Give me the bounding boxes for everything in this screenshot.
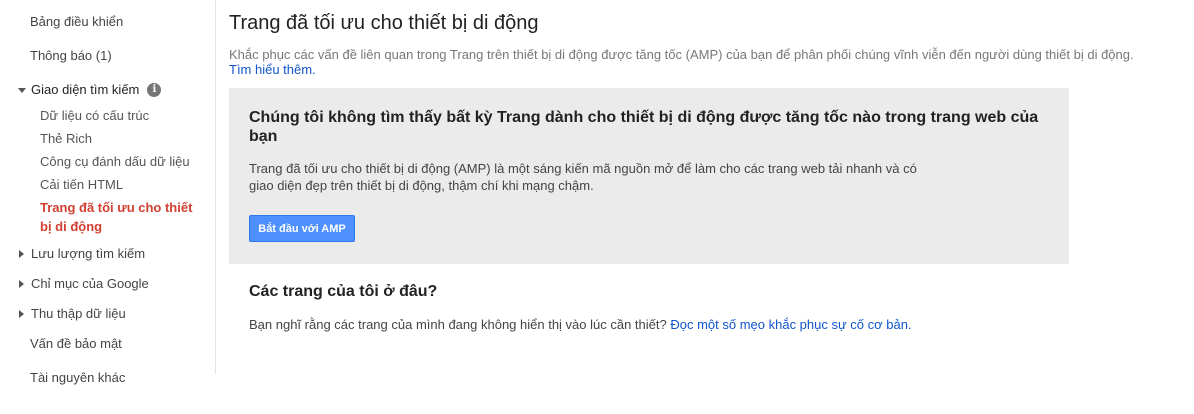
sidebar-item-dashboard[interactable]: Bảng điều khiển: [30, 14, 123, 30]
collapsed-triangle-icon: [19, 280, 24, 288]
sidebar-item-security-issues[interactable]: Vấn đề bảo mật: [30, 336, 122, 352]
expanded-triangle-icon: [18, 87, 26, 93]
sidebar-item-amp-active[interactable]: Trang đã tối ưu cho thiết bị di động: [40, 198, 205, 236]
sidebar-item-label: Chỉ mục của Google: [31, 276, 149, 291]
sidebar-item-html-improvements[interactable]: Cải tiến HTML: [40, 175, 123, 194]
card-body-line2: giao diện đẹp trên thiết bị di động, thậ…: [249, 178, 594, 193]
page-description: Khắc phục các vấn đề liên quan trong Tra…: [229, 47, 1159, 77]
collapsed-triangle-icon: [19, 310, 24, 318]
sidebar-item-label: Lưu lượng tìm kiếm: [31, 246, 146, 261]
where-pages-text: Bạn nghĩ rằng các trang của mình đang kh…: [249, 317, 912, 332]
sidebar-item-crawl[interactable]: Thu thập dữ liệu: [18, 306, 126, 322]
troubleshooting-link[interactable]: Đọc một số mẹo khắc phục sự cố cơ bản.: [670, 317, 911, 332]
sidebar-item-other-resources[interactable]: Tài nguyên khác: [30, 370, 125, 386]
where-pages-heading: Các trang của tôi ở đâu?: [249, 283, 438, 300]
description-text: Khắc phục các vấn đề liên quan trong Tra…: [229, 47, 1134, 62]
sidebar-section-label: Giao diện tìm kiếm: [31, 82, 140, 97]
collapsed-triangle-icon: [19, 250, 24, 258]
card-title: Chúng tôi không tìm thấy bất kỳ Trang dà…: [249, 109, 1039, 145]
sidebar-item-data-highlighter[interactable]: Công cụ đánh dấu dữ liệu: [40, 152, 190, 171]
get-started-amp-button[interactable]: Bắt đầu với AMP: [249, 215, 355, 242]
sidebar-item-search-traffic[interactable]: Lưu lượng tìm kiếm: [18, 246, 145, 262]
sidebar-nav: Bảng điều khiển Thông báo (1) Giao diện …: [0, 0, 216, 385]
sidebar-item-messages[interactable]: Thông báo (1): [30, 48, 112, 64]
where-pages-question: Bạn nghĩ rằng các trang của mình đang kh…: [249, 317, 667, 332]
info-icon[interactable]: i: [147, 83, 162, 97]
learn-more-link[interactable]: Tìm hiểu thêm.: [229, 62, 316, 77]
sidebar-item-label: Thu thập dữ liệu: [31, 306, 126, 321]
sidebar-item-structured-data[interactable]: Dữ liệu có cấu trúc: [40, 106, 149, 125]
card-body-line1: Trang đã tối ưu cho thiết bị di động (AM…: [249, 161, 917, 176]
page-title: Trang đã tối ưu cho thiết bị di động: [229, 12, 539, 34]
sidebar-item-rich-cards[interactable]: Thẻ Rich: [40, 129, 92, 148]
sidebar-item-google-index[interactable]: Chỉ mục của Google: [18, 276, 149, 292]
no-amp-card: Chúng tôi không tìm thấy bất kỳ Trang dà…: [229, 88, 1069, 264]
sidebar-section-search-appearance[interactable]: Giao diện tìm kiếm i: [18, 82, 162, 98]
card-body: Trang đã tối ưu cho thiết bị di động (AM…: [249, 160, 939, 194]
